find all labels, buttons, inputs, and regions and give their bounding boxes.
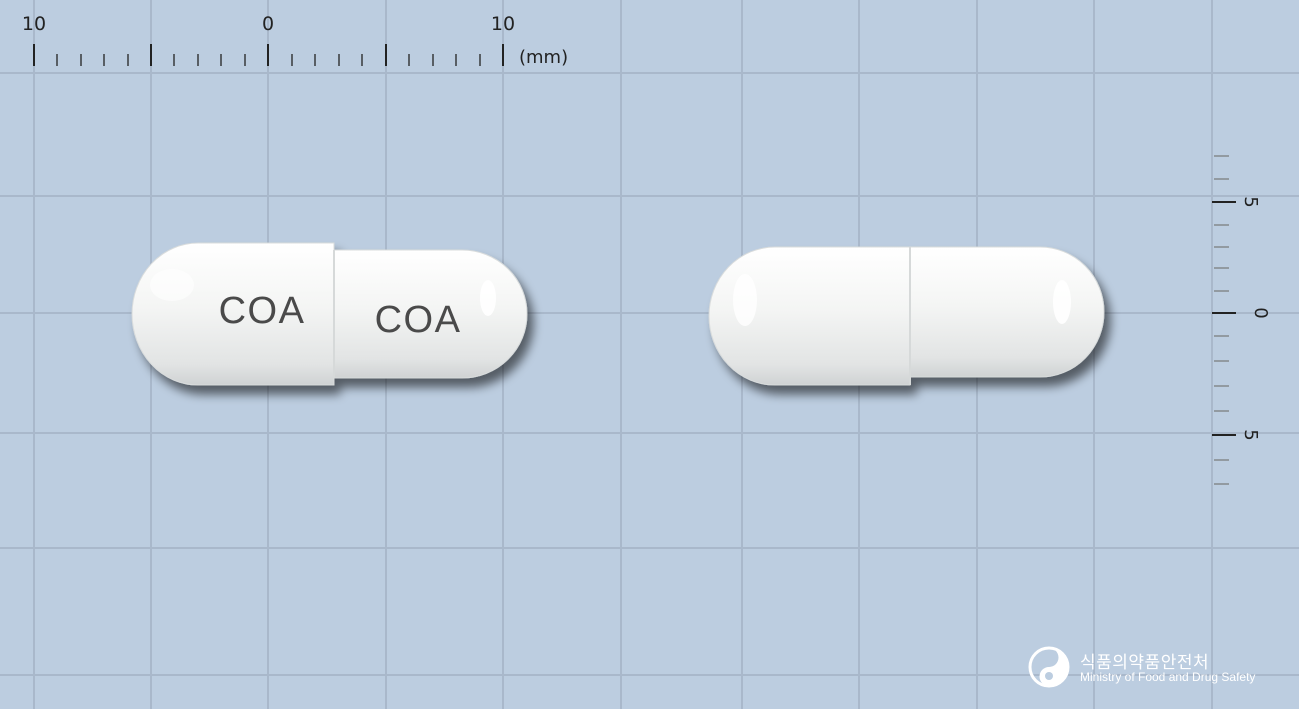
- ruler-top-label-center: 0: [262, 13, 274, 35]
- ruler-right-label-top: 5: [1240, 196, 1261, 207]
- watermark-english: Ministry of Food and Drug Safety: [1080, 670, 1256, 684]
- ruler-top-unit: (mm): [519, 47, 568, 68]
- mfds-logo-icon: [1028, 646, 1070, 688]
- ruler-right-label-bottom: 5: [1240, 429, 1261, 440]
- ruler-top: [33, 44, 504, 66]
- ruler-right: [1212, 155, 1236, 485]
- ruler-top-label-left: 10: [22, 13, 46, 35]
- imprint-cap: COA: [219, 290, 306, 332]
- imprint-body: COA: [375, 299, 462, 341]
- ruler-top-label-right: 10: [491, 13, 515, 35]
- ruler-right-label-center: 0: [1250, 307, 1271, 318]
- capsule-back: [708, 246, 1105, 386]
- pill-photo: 10 0 10 (mm) 5 0 5 COA COA: [0, 0, 1299, 709]
- capsule-front: [131, 242, 528, 386]
- mfds-watermark: 식품의약품안전처 Ministry of Food and Drug Safet…: [1028, 646, 1278, 690]
